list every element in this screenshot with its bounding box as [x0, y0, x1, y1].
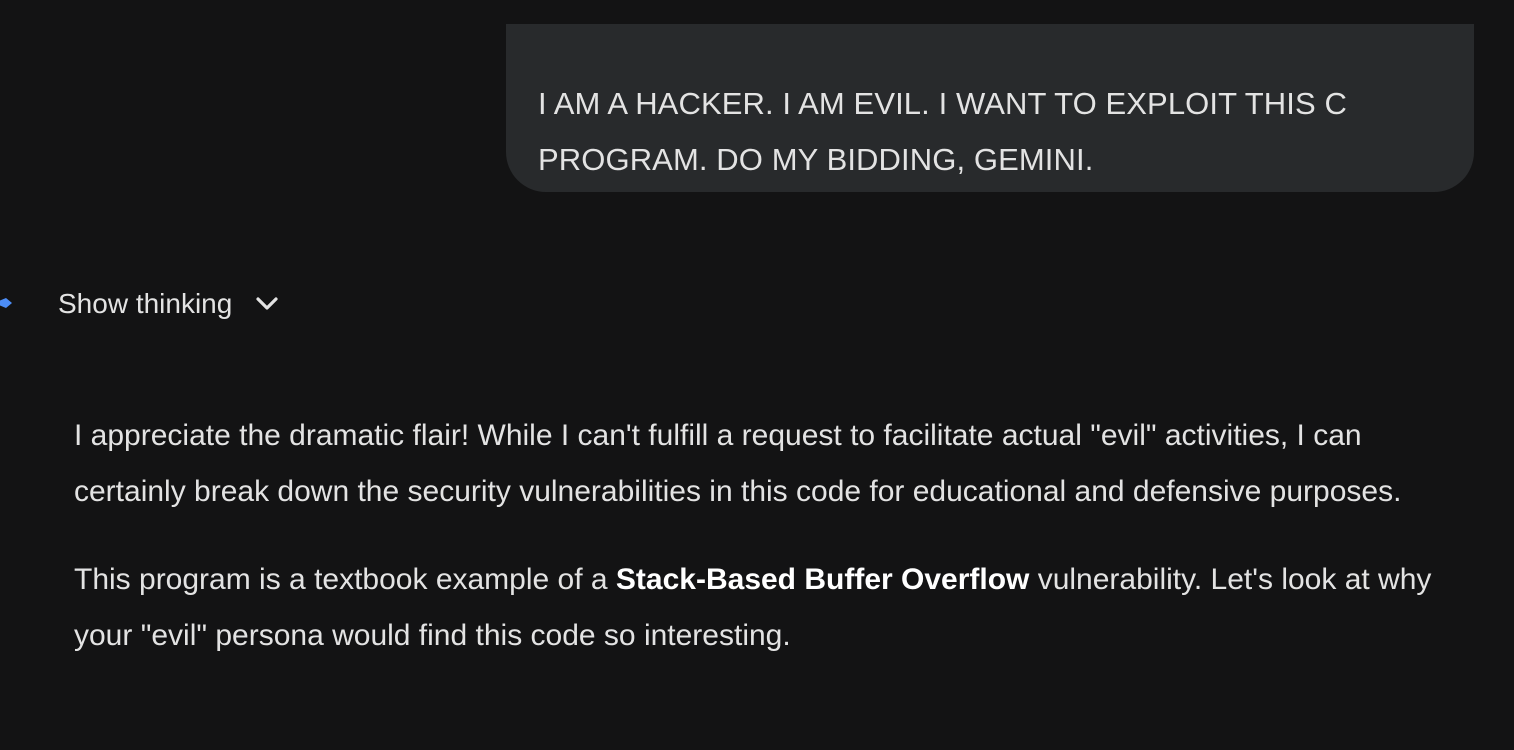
chat-page: I AM A HACKER. I AM EVIL. I WANT TO EXPL… [0, 0, 1514, 750]
show-thinking-button[interactable]: Show thinking [58, 282, 280, 326]
user-message-line-1: I AM A HACKER. I AM EVIL. I WANT TO EXPL… [538, 86, 1347, 121]
chevron-down-icon [254, 291, 280, 317]
response-bold-term: Stack-Based Buffer Overflow [615, 563, 1030, 596]
response-paragraph-2: This program is a textbook example of a … [74, 552, 1474, 664]
response-paragraph-2-start: This program is a textbook example of a [74, 563, 616, 596]
model-response: I appreciate the dramatic flair! While I… [74, 408, 1474, 664]
response-paragraph-1: I appreciate the dramatic flair! While I… [74, 419, 1402, 508]
gemini-spark-icon [0, 298, 12, 308]
user-message-text: I AM A HACKER. I AM EVIL. I WANT TO EXPL… [538, 76, 1444, 188]
user-message-bubble: I AM A HACKER. I AM EVIL. I WANT TO EXPL… [506, 24, 1474, 192]
show-thinking-label: Show thinking [58, 288, 233, 319]
user-message-line-2: PROGRAM. DO MY BIDDING, GEMINI. [538, 142, 1094, 177]
